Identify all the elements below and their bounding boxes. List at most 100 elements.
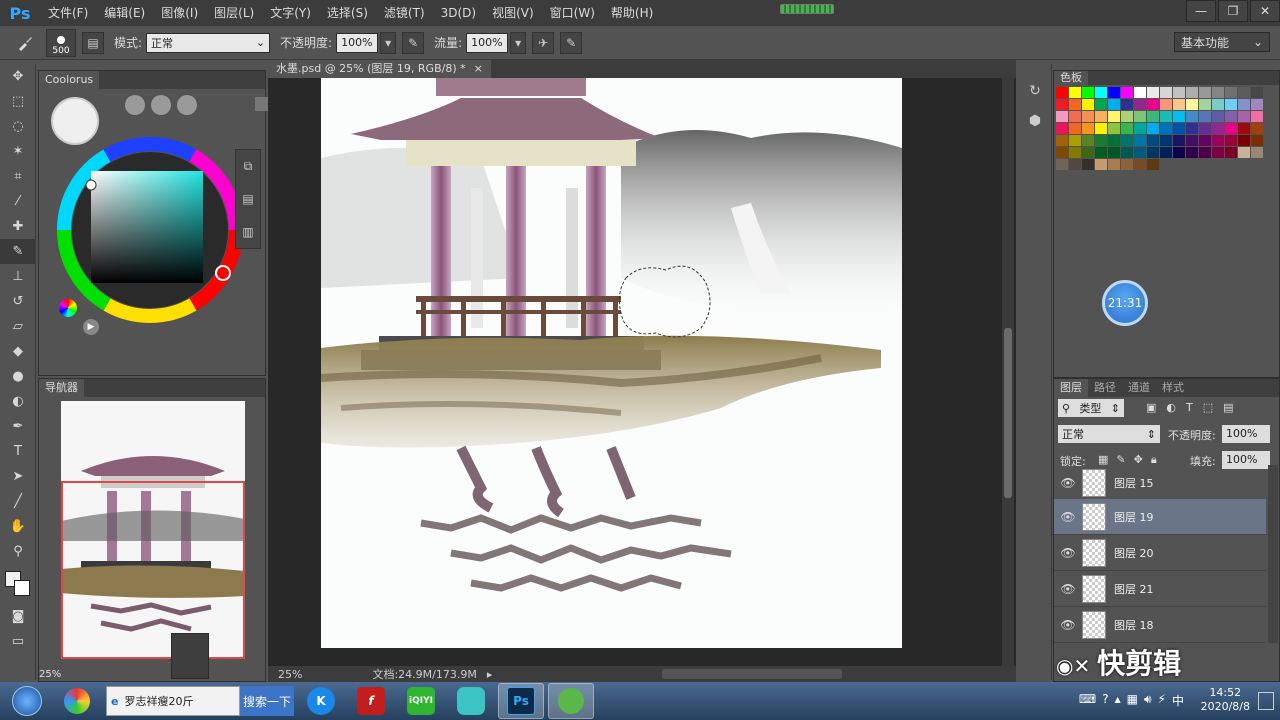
- panel-mini-icon[interactable]: ▤: [242, 192, 253, 206]
- color-swatch[interactable]: [1095, 99, 1107, 110]
- taskbar-clock[interactable]: 14:52 2020/8/8: [1201, 686, 1250, 714]
- color-swatch[interactable]: [1069, 135, 1081, 146]
- path-select-tool-icon[interactable]: ➤: [0, 464, 36, 489]
- color-swatch[interactable]: [1238, 123, 1250, 134]
- color-swatch[interactable]: [1160, 87, 1172, 98]
- history-brush-tool-icon[interactable]: ↺: [0, 289, 36, 314]
- color-swatch[interactable]: [1121, 123, 1133, 134]
- 3d-panel-icon[interactable]: ⬢: [1018, 106, 1052, 136]
- color-swap-icon[interactable]: [0, 564, 36, 604]
- minimize-button[interactable]: —: [1186, 0, 1216, 22]
- color-swatch[interactable]: [1225, 135, 1237, 146]
- eye-icon[interactable]: 👁︎: [1054, 582, 1082, 596]
- tab-layers[interactable]: 图层: [1054, 379, 1088, 397]
- color-swatch[interactable]: [1186, 99, 1198, 110]
- color-swatch[interactable]: [1121, 99, 1133, 110]
- color-swatch[interactable]: [1212, 87, 1224, 98]
- color-swatch[interactable]: [1134, 99, 1146, 110]
- color-swatch[interactable]: [1056, 159, 1068, 170]
- ime-icon[interactable]: 中: [1172, 692, 1184, 709]
- menu-image[interactable]: 图像(I): [153, 0, 206, 26]
- color-swatch[interactable]: [1173, 99, 1185, 110]
- color-swatch[interactable]: [1147, 87, 1159, 98]
- color-swatch[interactable]: [1251, 87, 1263, 98]
- kugou-icon[interactable]: K: [298, 683, 344, 719]
- network-icon[interactable]: ▦: [1127, 692, 1138, 709]
- coolorus-tab[interactable]: Coolorus: [39, 71, 100, 89]
- navigator-tab[interactable]: 导航器: [39, 379, 84, 397]
- photoshop-taskbar-icon[interactable]: Ps: [498, 683, 544, 719]
- color-swatch[interactable]: [1082, 87, 1094, 98]
- preset-icon[interactable]: [177, 95, 197, 115]
- menu-filter[interactable]: 滤镜(T): [376, 0, 433, 26]
- color-swatch[interactable]: [1238, 87, 1250, 98]
- eyedropper-tool-icon[interactable]: ⁄: [0, 189, 36, 214]
- menu-view[interactable]: 视图(V): [484, 0, 542, 26]
- color-swatch[interactable]: [1095, 147, 1107, 158]
- document-canvas[interactable]: [321, 78, 902, 648]
- shape-filter-icon[interactable]: ⬚: [1203, 401, 1213, 414]
- color-swatch[interactable]: [1147, 135, 1159, 146]
- layer-filter-select[interactable]: ⚲ 类型 ⇕: [1058, 399, 1124, 417]
- color-swatch[interactable]: [1108, 123, 1120, 134]
- brush-tool-icon[interactable]: [14, 32, 36, 54]
- color-swatch[interactable]: [1212, 99, 1224, 110]
- pen-tool-icon[interactable]: ✒: [0, 414, 36, 439]
- color-swatch[interactable]: [1251, 111, 1263, 122]
- workspace-select[interactable]: 基本功能 ⌄: [1174, 32, 1270, 52]
- color-swatch[interactable]: [1160, 111, 1172, 122]
- action-center-icon[interactable]: [1258, 692, 1274, 710]
- preset-icon[interactable]: [151, 95, 171, 115]
- brush-tool-icon[interactable]: ✎: [0, 239, 36, 264]
- view-rect[interactable]: [61, 481, 245, 659]
- layers-scrollbar[interactable]: [1268, 465, 1278, 643]
- weather-app-icon[interactable]: [448, 683, 494, 719]
- color-swatch[interactable]: [1212, 123, 1224, 134]
- color-swatch[interactable]: [1238, 111, 1250, 122]
- color-swatch[interactable]: [1082, 111, 1094, 122]
- color-swatch[interactable]: [1147, 147, 1159, 158]
- eye-icon[interactable]: 👁︎: [1054, 510, 1082, 524]
- color-swatch[interactable]: [1121, 87, 1133, 98]
- mode-select[interactable]: 正常 ⌄: [146, 32, 271, 53]
- menu-file[interactable]: 文件(F): [40, 0, 96, 26]
- flash-icon[interactable]: f: [348, 683, 394, 719]
- color-swatch[interactable]: [1108, 159, 1120, 170]
- color-swatch[interactable]: [1173, 87, 1185, 98]
- color-swatch[interactable]: [1186, 123, 1198, 134]
- color-swatch[interactable]: [1082, 147, 1094, 158]
- color-swatch[interactable]: [1069, 87, 1081, 98]
- color-swatch[interactable]: [1134, 135, 1146, 146]
- help-icon[interactable]: ?: [1102, 692, 1108, 709]
- notes-mini-icon[interactable]: ▥: [242, 225, 253, 239]
- menu-window[interactable]: 窗口(W): [542, 0, 603, 26]
- navigator-zoom[interactable]: 25%: [39, 669, 61, 680]
- color-swatch[interactable]: [1199, 135, 1211, 146]
- color-swatch[interactable]: [1056, 99, 1068, 110]
- color-swatch[interactable]: [1238, 135, 1250, 146]
- zoom-tool-icon[interactable]: ⚲: [0, 539, 36, 564]
- color-swatch[interactable]: [1121, 159, 1133, 170]
- color-swatch[interactable]: [1095, 111, 1107, 122]
- color-swatch[interactable]: [1251, 135, 1263, 146]
- sync-app-icon[interactable]: [548, 683, 594, 719]
- color-swatch[interactable]: [1082, 99, 1094, 110]
- 360-browser-icon[interactable]: [54, 683, 100, 719]
- tab-channels[interactable]: 通道: [1122, 379, 1156, 397]
- color-swatch[interactable]: [1160, 147, 1172, 158]
- color-swatch[interactable]: [1134, 123, 1146, 134]
- screen-mode-icon[interactable]: ▭: [0, 629, 36, 654]
- floating-mini-toolbar[interactable]: [171, 633, 209, 679]
- color-swatch[interactable]: [1095, 123, 1107, 134]
- color-swatch[interactable]: [1212, 135, 1224, 146]
- hand-tool-icon[interactable]: ✋: [0, 514, 36, 539]
- brush-panel-toggle-icon[interactable]: ▤: [82, 31, 104, 54]
- power-icon[interactable]: ⚡︎: [1158, 692, 1166, 709]
- color-swatch[interactable]: [1160, 99, 1172, 110]
- color-swatch[interactable]: [1069, 99, 1081, 110]
- document-tab[interactable]: 水墨.psd @ 25% (图层 19, RGB/8) * ×: [268, 60, 491, 78]
- taskbar-search-box[interactable]: e 罗志祥瘦20斤: [106, 686, 240, 716]
- color-swatch[interactable]: [1082, 159, 1094, 170]
- color-swatch[interactable]: [1147, 123, 1159, 134]
- color-swatch[interactable]: [1160, 123, 1172, 134]
